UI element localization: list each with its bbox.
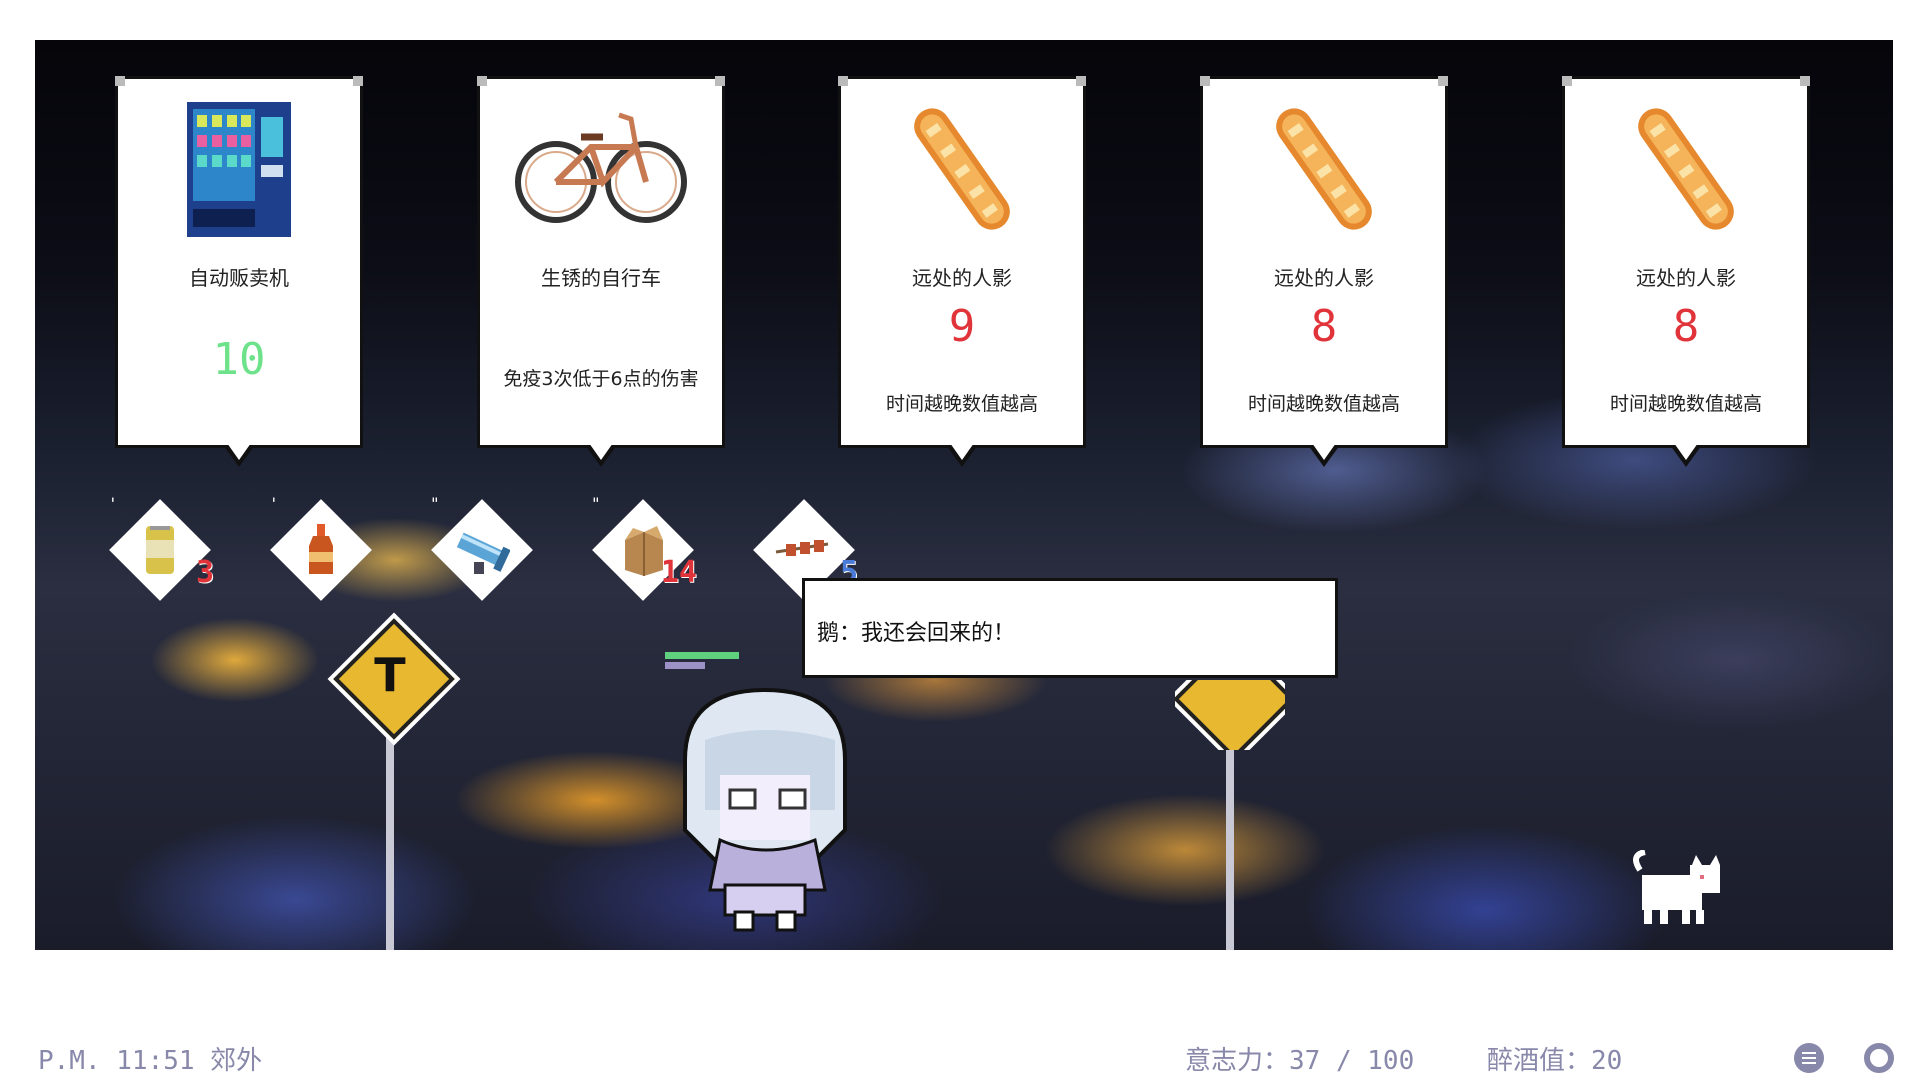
card-value: 9 xyxy=(948,301,976,352)
event-card-bicycle[interactable]: 生锈的自行车 免疫3次低于6点的伤害 xyxy=(477,76,725,467)
card-name: 远处的人影 xyxy=(1636,266,1736,290)
sign-post-left xyxy=(386,730,394,950)
baguette-icon xyxy=(1264,97,1384,242)
vending-machine-icon xyxy=(179,97,299,242)
inventory-slot-beer[interactable]: ' 3 xyxy=(108,494,214,601)
event-card-distant-figure-1[interactable]: 远处的人影 9 时间越晚数值越高 xyxy=(838,76,1086,467)
card-pointer xyxy=(1670,443,1702,467)
item-count: 14 xyxy=(660,555,697,590)
player-character[interactable] xyxy=(665,680,865,940)
health-bar xyxy=(665,652,739,659)
card-pointer xyxy=(223,443,255,467)
card-pointer xyxy=(946,443,978,467)
card-name: 远处的人影 xyxy=(912,266,1012,290)
beer-can-icon xyxy=(146,526,174,574)
time-location-label: P.M. 11:51 郊外 xyxy=(38,1046,263,1076)
drunk-stat: 醉酒值：20 xyxy=(1487,1046,1623,1076)
item-count: 3 xyxy=(195,555,214,590)
t-junction-sign: T xyxy=(333,618,455,740)
card-name: 自动贩卖机 xyxy=(189,266,289,290)
bicycle-icon xyxy=(511,97,691,242)
card-description: 免疫3次低于6点的伤害 xyxy=(503,368,699,390)
event-card-distant-figure-3[interactable]: 远处的人影 8 时间越晚数值越高 xyxy=(1562,76,1810,467)
sign-post-right xyxy=(1226,730,1234,950)
inventory-slot-soda[interactable]: ' xyxy=(269,494,372,601)
baguette-icon xyxy=(902,97,1022,242)
stamina-bar xyxy=(665,662,705,669)
card-value: 8 xyxy=(1672,301,1700,352)
baguette-icon xyxy=(1626,97,1746,242)
card-pointer xyxy=(585,443,617,467)
slot-mark: ' xyxy=(269,494,279,513)
skewer-icon xyxy=(775,540,829,556)
slot-mark: ' xyxy=(108,494,118,513)
settings-gear-icon[interactable] xyxy=(1864,1043,1894,1073)
card-value: 8 xyxy=(1310,301,1338,352)
card-description: 时间越晚数值越高 xyxy=(1247,393,1400,415)
card-value: 10 xyxy=(212,334,266,385)
game-scene: 自动贩卖机 10 生锈的自行车 免疫3次低于6点的伤害 远处的人影 9 时间越晚… xyxy=(35,40,1893,950)
menu-list-icon[interactable] xyxy=(1794,1043,1824,1073)
event-card-distant-figure-2[interactable]: 远处的人影 8 时间越晚数值越高 xyxy=(1200,76,1448,467)
slot-mark: " xyxy=(591,494,601,513)
inventory-slot-box[interactable]: " 14 xyxy=(591,494,697,601)
inventory-slot-cannon[interactable]: " xyxy=(430,494,533,601)
card-description: 时间越晚数值越高 xyxy=(885,393,1038,415)
card-pointer xyxy=(1308,443,1340,467)
willpower-stat: 意志力：37 / 100 xyxy=(1185,1046,1415,1076)
card-name: 生锈的自行车 xyxy=(541,266,661,290)
slot-mark: " xyxy=(430,494,440,513)
soda-bottle-icon xyxy=(309,524,333,574)
dialog-text: 鹅：我还会回来的！ xyxy=(817,621,1016,646)
card-name: 远处的人影 xyxy=(1274,266,1374,290)
dialog-box[interactable]: 鹅：我还会回来的！ xyxy=(802,578,1338,678)
event-card-vending-machine[interactable]: 自动贩卖机 10 xyxy=(115,76,363,467)
cannon-icon xyxy=(456,532,510,574)
cat-sprite[interactable] xyxy=(1630,850,1730,930)
card-description: 时间越晚数值越高 xyxy=(1609,393,1762,415)
sign-letter: T xyxy=(374,648,406,702)
